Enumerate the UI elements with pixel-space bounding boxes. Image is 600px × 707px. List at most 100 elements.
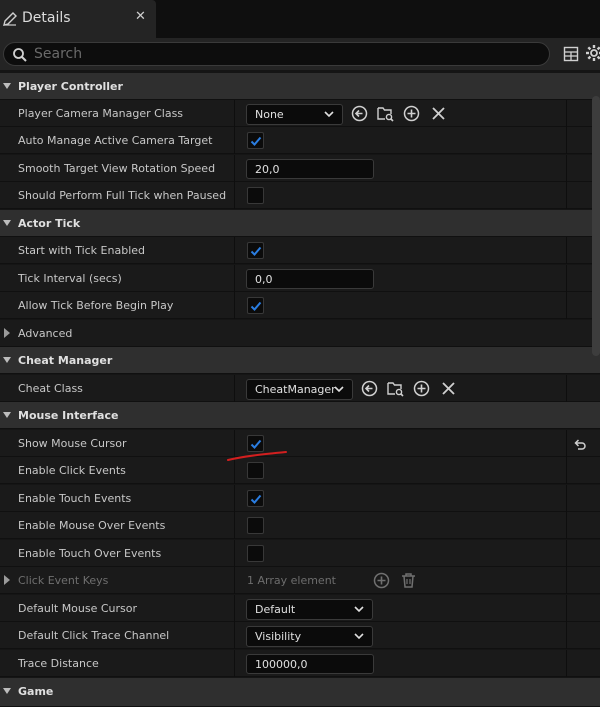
camera-manager-class-dropdown[interactable]: None bbox=[246, 104, 343, 125]
category-title: Game bbox=[18, 685, 54, 698]
browse-arrow-icon[interactable] bbox=[351, 105, 368, 122]
collapse-arrow-icon[interactable] bbox=[3, 357, 11, 363]
category-mouse-interface[interactable]: Mouse Interface bbox=[0, 402, 600, 429]
property-row-tick-interval: Tick Interval (secs) 0,0 bbox=[0, 265, 600, 292]
collapse-arrow-icon[interactable] bbox=[3, 412, 11, 418]
checkmark-icon bbox=[250, 301, 262, 311]
tab-details[interactable]: Details ✕ bbox=[0, 0, 156, 38]
property-label: Should Perform Full Tick when Paused bbox=[18, 189, 227, 202]
property-label: Default Mouse Cursor bbox=[18, 602, 138, 615]
property-row-trace-distance: Trace Distance 100000,0 bbox=[0, 650, 600, 677]
column-divider[interactable] bbox=[234, 512, 235, 539]
category-actor-tick[interactable]: Actor Tick bbox=[0, 210, 600, 237]
column-divider bbox=[566, 265, 567, 292]
close-x-icon[interactable] bbox=[440, 380, 457, 397]
category-cheat-manager[interactable]: Cheat Manager bbox=[0, 347, 600, 374]
trace-distance-field[interactable]: 100000,0 bbox=[246, 654, 374, 674]
column-divider bbox=[566, 155, 567, 182]
category-title: Cheat Manager bbox=[18, 354, 113, 367]
column-divider bbox=[566, 182, 567, 209]
trash-icon[interactable] bbox=[400, 572, 417, 589]
vertical-scrollbar[interactable] bbox=[592, 96, 600, 356]
property-row-allow-tick-before-begin-play: Allow Tick Before Begin Play bbox=[0, 292, 600, 319]
advanced-expander-row[interactable]: Advanced bbox=[0, 320, 600, 347]
table-view-icon[interactable] bbox=[563, 46, 579, 62]
column-divider[interactable] bbox=[234, 237, 235, 264]
enable-click-events-checkbox[interactable] bbox=[247, 462, 264, 479]
column-divider[interactable] bbox=[234, 127, 235, 154]
column-divider bbox=[566, 457, 567, 484]
column-divider[interactable] bbox=[234, 567, 235, 594]
column-divider bbox=[566, 622, 567, 649]
gear-icon[interactable] bbox=[585, 44, 600, 62]
search-box[interactable] bbox=[3, 42, 550, 66]
column-divider[interactable] bbox=[234, 182, 235, 209]
cheat-class-dropdown[interactable]: CheatManager bbox=[246, 379, 353, 400]
plus-circle-icon[interactable] bbox=[403, 105, 420, 122]
property-row-click-event-keys[interactable]: Click Event Keys 1 Array element bbox=[0, 567, 600, 594]
property-row-enable-click-events: Enable Click Events bbox=[0, 457, 600, 484]
expand-arrow-icon[interactable] bbox=[4, 575, 10, 585]
array-count-text: 1 Array element bbox=[247, 574, 336, 587]
column-divider bbox=[566, 512, 567, 539]
plus-circle-icon[interactable] bbox=[413, 380, 430, 397]
allow-tick-before-checkbox[interactable] bbox=[247, 297, 264, 314]
property-row-enable-touch-events: Enable Touch Events bbox=[0, 485, 600, 512]
column-divider[interactable] bbox=[234, 650, 235, 677]
search-input[interactable] bbox=[34, 46, 534, 62]
property-row-default-click-trace-channel: Default Click Trace Channel Visibility bbox=[0, 622, 600, 649]
click-trace-channel-dropdown[interactable]: Visibility bbox=[246, 626, 373, 647]
start-tick-checkbox[interactable] bbox=[247, 242, 264, 259]
column-divider bbox=[566, 127, 567, 154]
collapse-arrow-icon[interactable] bbox=[3, 220, 11, 226]
property-label: Start with Tick Enabled bbox=[18, 244, 146, 257]
advanced-label: Advanced bbox=[18, 327, 73, 340]
property-row-enable-mouse-over-events: Enable Mouse Over Events bbox=[0, 512, 600, 539]
column-divider[interactable] bbox=[234, 100, 235, 127]
property-label: Tick Interval (secs) bbox=[18, 272, 122, 285]
column-divider[interactable] bbox=[234, 457, 235, 484]
column-divider[interactable] bbox=[234, 375, 235, 402]
search-row bbox=[0, 38, 600, 70]
collapse-arrow-icon[interactable] bbox=[3, 688, 11, 694]
checkmark-icon bbox=[250, 494, 262, 504]
column-divider[interactable] bbox=[234, 485, 235, 512]
column-divider[interactable] bbox=[234, 265, 235, 292]
column-divider[interactable] bbox=[234, 430, 235, 457]
show-mouse-cursor-checkbox[interactable] bbox=[247, 435, 264, 452]
property-label: Show Mouse Cursor bbox=[18, 437, 127, 450]
category-game[interactable]: Game bbox=[0, 678, 600, 707]
column-divider[interactable] bbox=[234, 155, 235, 182]
dropdown-value: None bbox=[255, 108, 284, 121]
chevron-down-icon bbox=[354, 606, 364, 613]
plus-circle-icon[interactable] bbox=[373, 572, 390, 589]
collapse-arrow-icon[interactable] bbox=[3, 83, 11, 89]
category-player-controller[interactable]: Player Controller bbox=[0, 73, 600, 100]
column-divider[interactable] bbox=[234, 540, 235, 567]
chevron-down-icon bbox=[334, 386, 344, 393]
browse-arrow-icon[interactable] bbox=[361, 380, 378, 397]
search-icon bbox=[13, 48, 27, 62]
tab-close-button[interactable]: ✕ bbox=[135, 9, 146, 24]
property-row-default-mouse-cursor: Default Mouse Cursor Default bbox=[0, 595, 600, 622]
default-mouse-cursor-dropdown[interactable]: Default bbox=[246, 599, 373, 620]
column-divider[interactable] bbox=[234, 622, 235, 649]
auto-manage-camera-checkbox[interactable] bbox=[247, 132, 264, 149]
enable-touch-events-checkbox[interactable] bbox=[247, 490, 264, 507]
column-divider[interactable] bbox=[234, 595, 235, 622]
close-x-icon[interactable] bbox=[430, 105, 447, 122]
enable-touch-over-checkbox[interactable] bbox=[247, 545, 264, 562]
chevron-down-icon bbox=[324, 111, 334, 118]
smooth-rotation-speed-field[interactable]: 20,0 bbox=[246, 159, 374, 179]
property-label: Trace Distance bbox=[18, 657, 99, 670]
reset-to-default-icon[interactable] bbox=[573, 438, 587, 452]
property-label: Click Event Keys bbox=[18, 574, 109, 587]
find-asset-icon[interactable] bbox=[387, 380, 404, 397]
enable-mouse-over-checkbox[interactable] bbox=[247, 517, 264, 534]
column-divider[interactable] bbox=[234, 292, 235, 319]
tick-interval-field[interactable]: 0,0 bbox=[246, 269, 374, 289]
find-asset-icon[interactable] bbox=[377, 105, 394, 122]
expand-arrow-icon[interactable] bbox=[4, 328, 10, 338]
property-label: Enable Touch Events bbox=[18, 492, 132, 505]
full-tick-paused-checkbox[interactable] bbox=[247, 187, 264, 204]
